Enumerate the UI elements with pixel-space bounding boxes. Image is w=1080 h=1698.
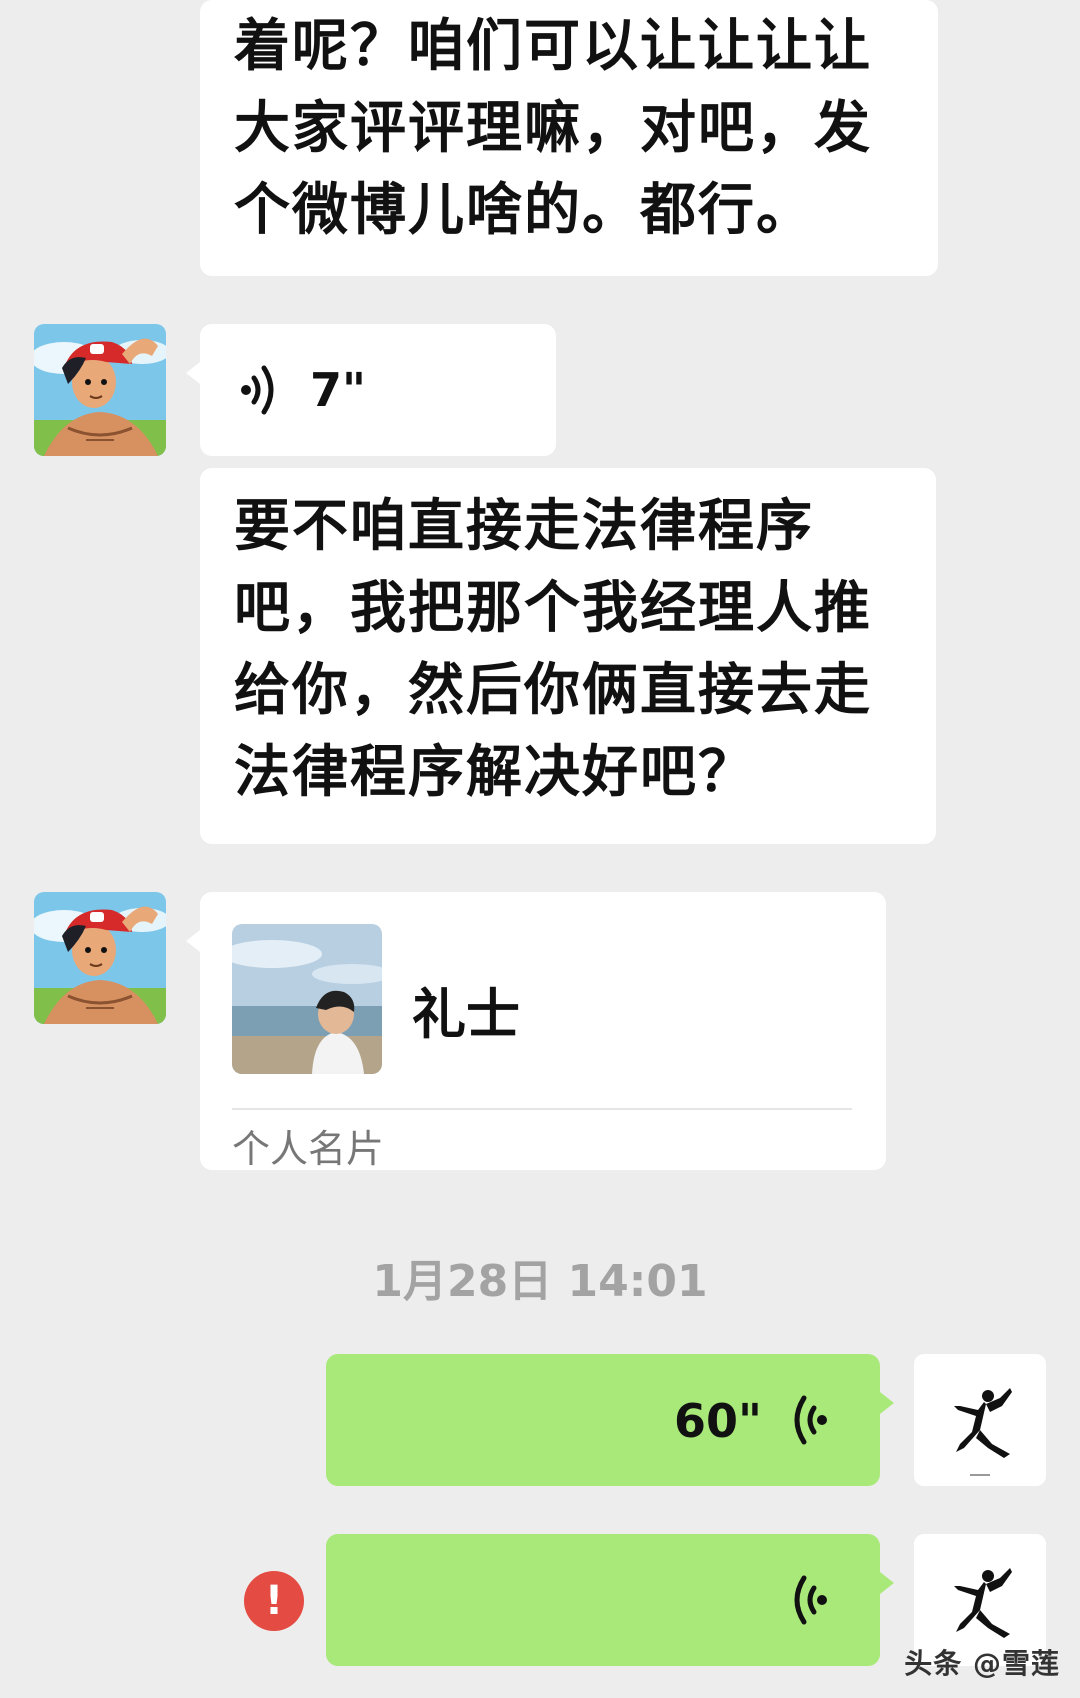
send-failed-exclamation-icon[interactable]: ! — [244, 1571, 304, 1631]
contact-avatar-image — [34, 892, 166, 1024]
incoming-text-bubble[interactable]: 着呢？咱们可以让让让让 大家评评理嘛，对吧，发 个微博儿啥的。都行。 — [200, 0, 938, 276]
contact-avatar[interactable] — [34, 324, 166, 456]
message-line: 着呢？咱们可以让让让让 — [234, 14, 872, 79]
message-line: 给你，然后你俩直接去走 — [234, 658, 872, 723]
voice-duration: 7" — [310, 363, 366, 417]
message-text: 要不咱直接走法律程序 吧，我把那个我经理人推 给你，然后你俩直接去走 法律程序解… — [234, 486, 924, 814]
message-line: 吧，我把那个我经理人推 — [234, 576, 872, 641]
chat-timestamp: 1月28日 14:01 — [372, 1256, 708, 1307]
contact-avatar[interactable] — [34, 892, 166, 1024]
contact-card-divider — [232, 1108, 852, 1110]
voice-duration: 60" — [674, 1394, 762, 1448]
incoming-text-bubble[interactable]: 要不咱直接走法律程序 吧，我把那个我经理人推 给你，然后你俩直接去走 法律程序解… — [200, 468, 936, 844]
message-text: 着呢？咱们可以让让让让 大家评评理嘛，对吧，发 个微博儿啥的。都行。 — [234, 6, 924, 252]
voice-wave-icon — [794, 1395, 827, 1445]
message-line: 个微博儿啥的。都行。 — [234, 178, 814, 243]
contact-avatar-image — [34, 324, 166, 456]
message-line: 大家评评理嘛，对吧，发 — [234, 96, 872, 161]
contact-card-type-label: 个人名片 — [232, 1127, 385, 1171]
message-line: 法律程序解决好吧？ — [234, 740, 756, 805]
outgoing-voice-bubble[interactable] — [326, 1534, 894, 1666]
watermark: 头条 @雪莲 — [904, 1647, 1060, 1680]
contact-card-photo — [232, 924, 382, 1074]
outgoing-voice-bubble[interactable]: 60" — [326, 1354, 894, 1486]
incoming-voice-bubble[interactable]: 7" — [186, 324, 556, 456]
voice-wave-icon — [241, 365, 274, 415]
voice-wave-icon — [794, 1575, 827, 1625]
message-line: 要不咱直接走法律程序 — [234, 494, 814, 559]
self-avatar[interactable] — [914, 1354, 1046, 1486]
jumpman-logo-icon — [954, 1388, 1012, 1476]
contact-card-name: 礼士 — [412, 983, 520, 1046]
